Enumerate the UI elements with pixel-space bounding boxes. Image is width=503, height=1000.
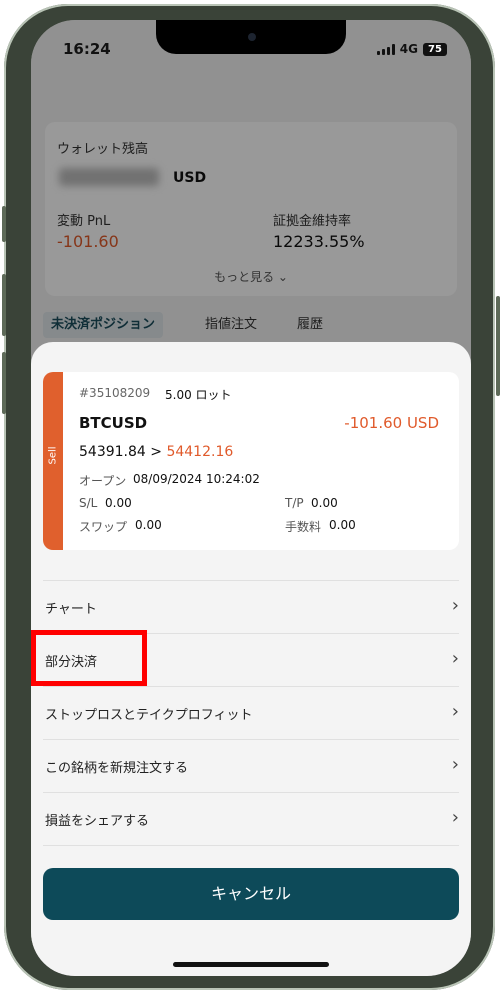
battery-icon: 75 bbox=[423, 42, 447, 56]
fee-value: 0.00 bbox=[329, 518, 356, 532]
menu-item-label: チャート bbox=[45, 602, 97, 617]
sl-value: 0.00 bbox=[105, 496, 132, 510]
app-screen: 16:24 4G 75 ⌄ ウォレット残高 USD 変動 PnL -101.60… bbox=[31, 20, 471, 976]
open-price: 54391.84 bbox=[79, 444, 146, 460]
menu-item-new-order[interactable]: この銘柄を新規注文する › bbox=[43, 739, 459, 792]
side-button bbox=[2, 274, 6, 336]
price-arrow: > bbox=[150, 444, 162, 460]
cancel-button[interactable]: キャンセル bbox=[43, 868, 459, 920]
chevron-right-icon: › bbox=[451, 701, 459, 722]
sell-tag: Sell bbox=[43, 372, 63, 550]
side-button bbox=[2, 352, 6, 414]
lot-size: 5.00 ロット bbox=[165, 388, 232, 402]
action-menu: チャート › 部分決済 › ストップロスとテイクプロフィット › この銘柄を新規… bbox=[43, 580, 459, 846]
open-time: 08/09/2024 10:24:02 bbox=[133, 472, 260, 486]
open-label: オープン bbox=[79, 474, 127, 488]
chevron-right-icon: › bbox=[451, 754, 459, 775]
sl-label: S/L bbox=[79, 496, 98, 510]
chevron-right-icon: › bbox=[451, 595, 459, 616]
tp-label: T/P bbox=[285, 496, 304, 510]
fee-label: 手数料 bbox=[285, 520, 322, 534]
camera-icon bbox=[248, 33, 256, 41]
network-type: 4G bbox=[399, 42, 418, 56]
highlight-annotation bbox=[31, 630, 147, 686]
position-card: Sell #35108209 5.00 ロット BTCUSD -101.60 U… bbox=[43, 372, 459, 550]
chevron-right-icon: › bbox=[451, 807, 459, 828]
side-button bbox=[2, 206, 6, 242]
chevron-right-icon: › bbox=[451, 648, 459, 669]
menu-item-label: 損益をシェアする bbox=[45, 814, 150, 829]
current-price: 54412.16 bbox=[166, 444, 234, 460]
side-label: Sell bbox=[47, 446, 59, 465]
menu-item-share-pnl[interactable]: 損益をシェアする › bbox=[43, 792, 459, 846]
menu-item-label: ストップロスとテイクプロフィット bbox=[45, 708, 253, 723]
notch bbox=[156, 20, 346, 54]
status-time: 16:24 bbox=[63, 40, 111, 58]
side-button bbox=[496, 296, 500, 396]
price-range: 54391.84 > 54412.16 bbox=[79, 444, 233, 460]
action-sheet: Sell #35108209 5.00 ロット BTCUSD -101.60 U… bbox=[31, 342, 471, 976]
ticket-number: #35108209 bbox=[79, 386, 151, 400]
symbol: BTCUSD bbox=[79, 414, 148, 432]
status-indicators: 4G 75 bbox=[376, 42, 447, 56]
swap-value: 0.00 bbox=[135, 518, 162, 532]
menu-item-chart[interactable]: チャート › bbox=[43, 580, 459, 633]
menu-item-label: この銘柄を新規注文する bbox=[45, 761, 189, 776]
position-pnl: -101.60 USD bbox=[344, 414, 439, 432]
home-indicator[interactable] bbox=[173, 962, 329, 967]
signal-icon bbox=[376, 43, 395, 55]
menu-item-sl-tp[interactable]: ストップロスとテイクプロフィット › bbox=[43, 686, 459, 739]
swap-label: スワップ bbox=[79, 520, 128, 534]
tp-value: 0.00 bbox=[311, 496, 338, 510]
